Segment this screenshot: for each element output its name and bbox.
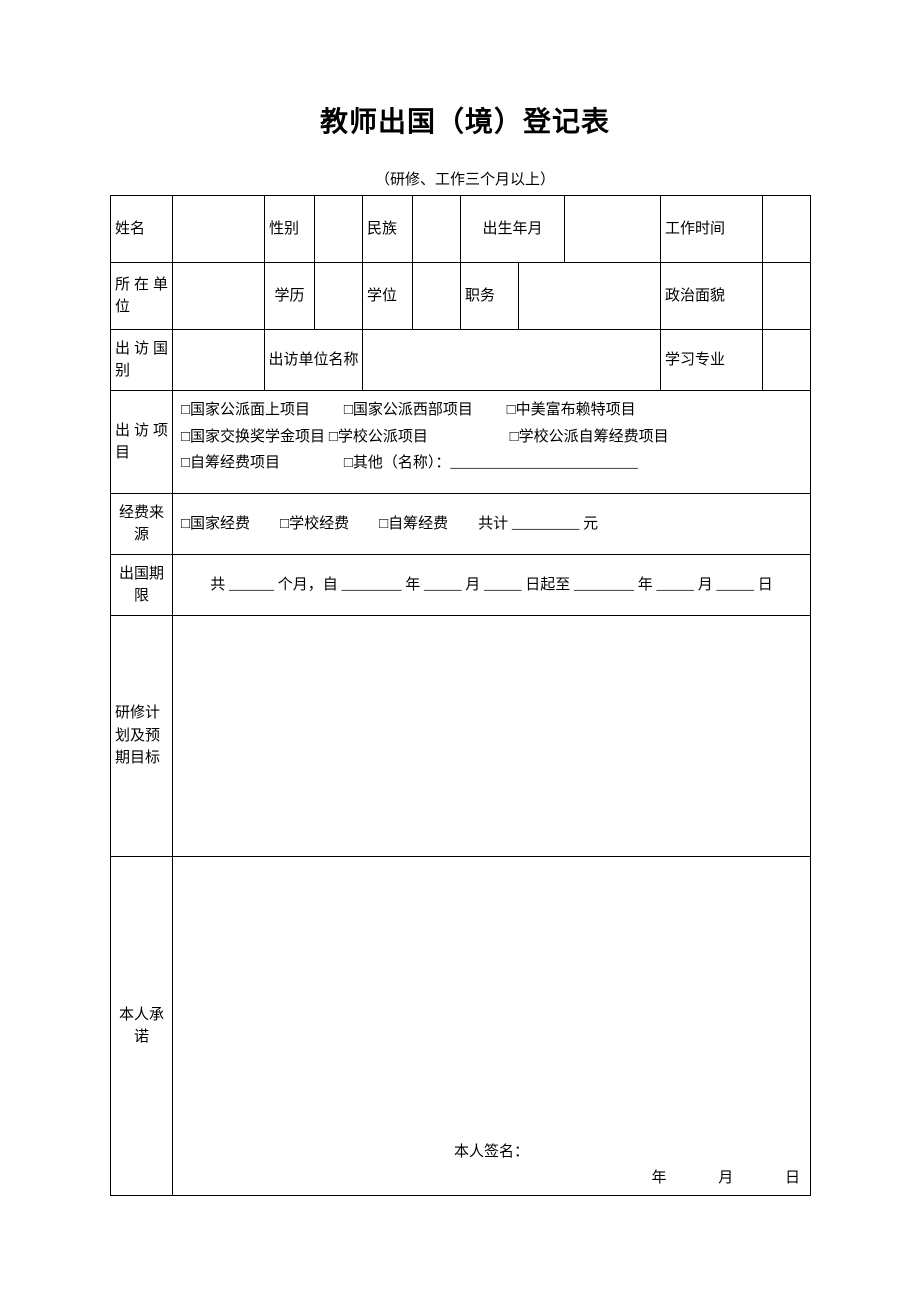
label-name: 姓名 <box>111 196 173 263</box>
field-degree[interactable] <box>413 263 461 330</box>
field-project-options[interactable]: □国家公派面上项目 □国家公派西部项目 □中美富布赖特项目 □国家交换奖学金项目… <box>173 391 811 494</box>
label-education: 学历 <box>265 263 315 330</box>
checkbox-opt-d[interactable]: □国家交换奖学金项目 <box>181 429 325 445</box>
field-ethnicity[interactable] <box>413 196 461 263</box>
field-plan[interactable] <box>173 616 811 857</box>
checkbox-opt-b[interactable]: □国家公派西部项目 <box>344 402 473 418</box>
field-major[interactable] <box>763 330 811 391</box>
label-commitment: 本人承诺 <box>111 857 173 1196</box>
label-project: 出访项目 <box>111 391 173 494</box>
field-visit-unit[interactable] <box>363 330 661 391</box>
checkbox-opt-f[interactable]: □学校公派自筹经费项目 <box>510 429 669 445</box>
label-duration: 出国期限 <box>111 555 173 616</box>
field-work-time[interactable] <box>763 196 811 263</box>
label-major: 学习专业 <box>661 330 763 391</box>
field-gender[interactable] <box>315 196 363 263</box>
label-country: 出访国别 <box>111 330 173 391</box>
field-name[interactable] <box>173 196 265 263</box>
page-subtitle: （研修、工作三个月以上） <box>110 168 820 189</box>
field-birth[interactable] <box>565 196 661 263</box>
checkbox-opt-c[interactable]: □中美富布赖特项目 <box>507 402 636 418</box>
label-degree: 学位 <box>363 263 413 330</box>
date-line: 年 月 日 <box>603 1167 800 1190</box>
label-work-time: 工作时间 <box>661 196 763 263</box>
checkbox-opt-a[interactable]: □国家公派面上项目 <box>181 402 310 418</box>
label-unit: 所在单位 <box>111 263 173 330</box>
page-title: 教师出国（境）登记表 <box>110 100 820 140</box>
field-position[interactable] <box>519 263 661 330</box>
label-plan: 研修计划及预期目标 <box>111 616 173 857</box>
checkbox-opt-h[interactable]: □其他（名称）：_________________________ <box>344 455 638 471</box>
field-political[interactable] <box>763 263 811 330</box>
label-fund-source: 经费来源 <box>111 494 173 555</box>
signature-label: 本人签名： <box>173 1141 810 1164</box>
field-country[interactable] <box>173 330 265 391</box>
label-gender: 性别 <box>265 196 315 263</box>
field-commitment[interactable]: 本人签名： 年 月 日 <box>173 857 811 1196</box>
checkbox-opt-e[interactable]: □学校公派项目 <box>329 429 428 445</box>
field-fund-source[interactable]: □国家经费 □学校经费 □自筹经费 共计 _________ 元 <box>173 494 811 555</box>
label-ethnicity: 民族 <box>363 196 413 263</box>
label-political: 政治面貌 <box>661 263 763 330</box>
field-unit[interactable] <box>173 263 265 330</box>
label-birth: 出生年月 <box>461 196 565 263</box>
field-education[interactable] <box>315 263 363 330</box>
field-duration[interactable]: 共 ______ 个月，自 ________ 年 _____ 月 _____ 日… <box>173 555 811 616</box>
label-position: 职务 <box>461 263 519 330</box>
checkbox-opt-g[interactable]: □自筹经费项目 <box>181 455 280 471</box>
registration-table: 姓名 性别 民族 出生年月 工作时间 所在单位 学历 学位 职务 政治面貌 出访… <box>110 195 811 1196</box>
label-visit-unit: 出访单位名称 <box>265 330 363 391</box>
